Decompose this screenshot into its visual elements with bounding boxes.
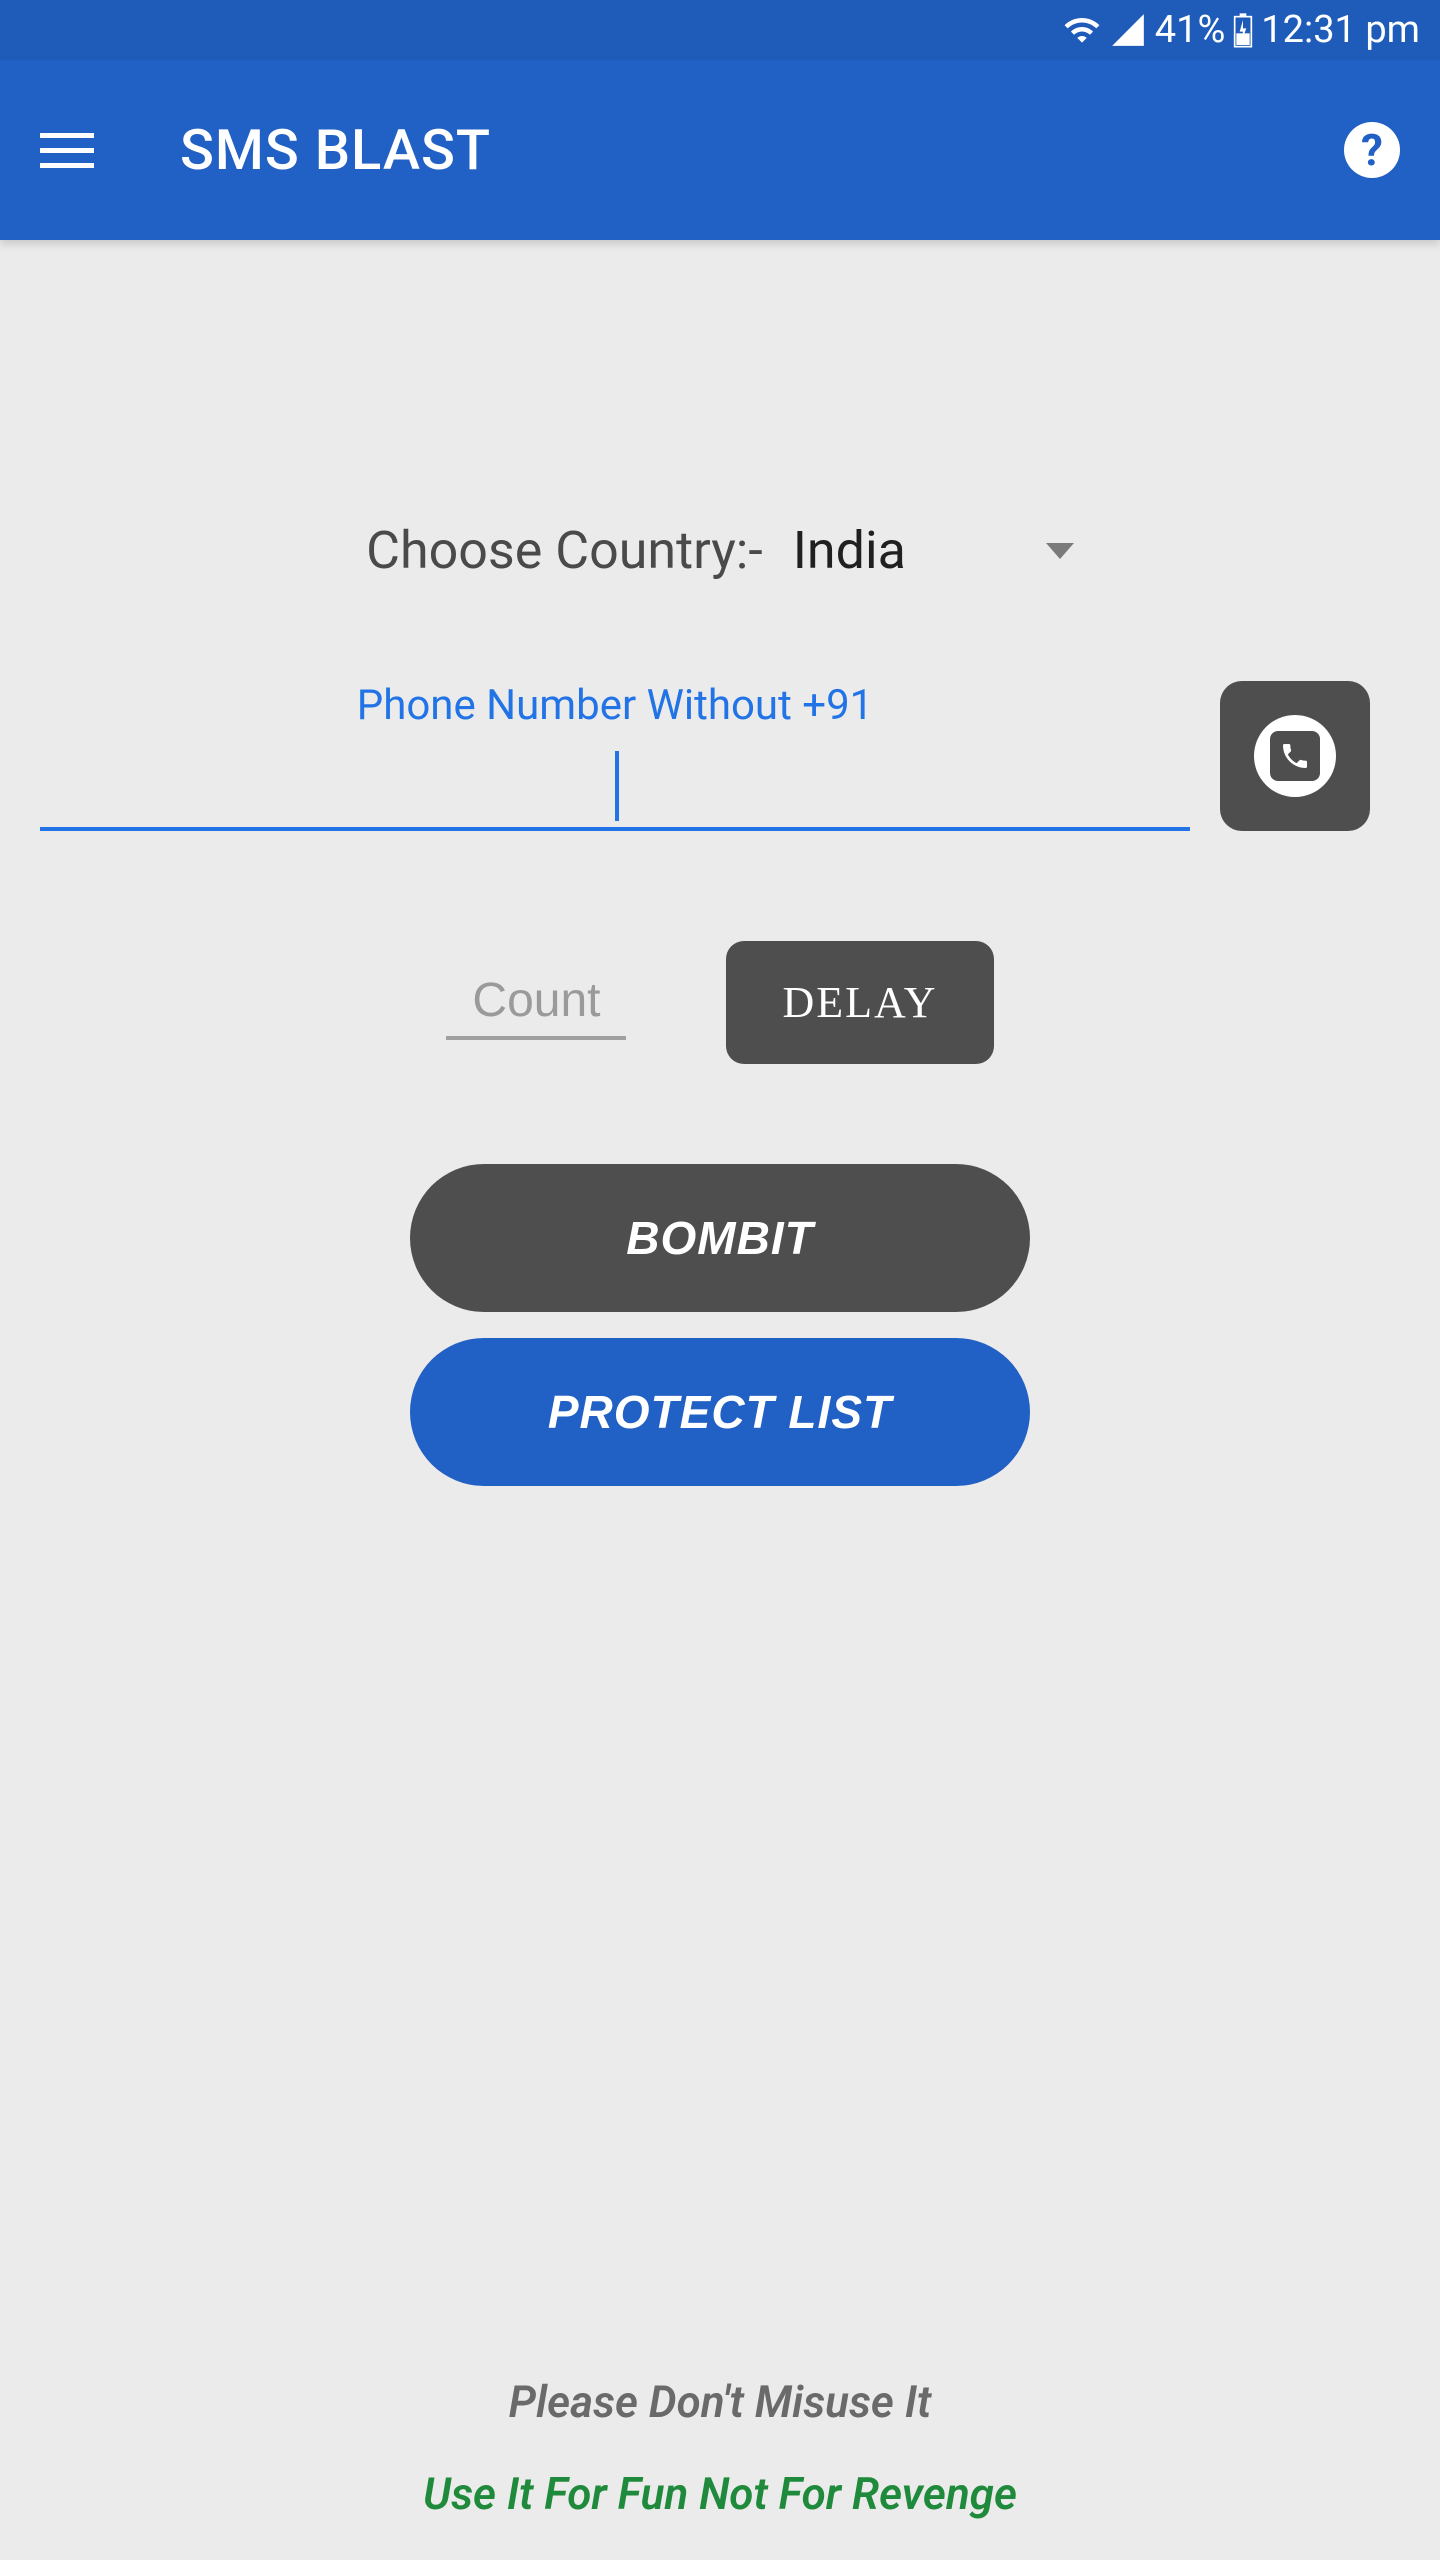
status-icons: 41% 12:31 pm <box>1063 8 1420 52</box>
phone-input-wrap: Phone Number Without +91 <box>40 681 1190 831</box>
help-button[interactable]: ? <box>1344 122 1400 178</box>
country-label: Choose Country:- <box>366 520 763 581</box>
battery-percent: 41% <box>1155 8 1226 52</box>
status-bar: 41% 12:31 pm <box>0 0 1440 60</box>
chevron-down-icon <box>1046 543 1074 559</box>
contacts-icon-circle <box>1254 715 1336 797</box>
action-buttons: BOMBIT PROTECT LIST <box>40 1164 1400 1486</box>
signal-icon <box>1109 11 1147 49</box>
status-time: 12:31 pm <box>1261 8 1420 52</box>
hamburger-icon <box>40 133 94 138</box>
phone-icon <box>1270 731 1320 781</box>
bombit-button[interactable]: BOMBIT <box>410 1164 1030 1312</box>
count-input[interactable] <box>446 965 626 1040</box>
app-bar: SMS BLAST ? <box>0 60 1440 240</box>
count-delay-row: DELAY <box>40 941 1400 1064</box>
country-dropdown[interactable]: India <box>793 520 1074 581</box>
footer-tagline: Use It For Fun Not For Revenge <box>0 2468 1440 2520</box>
country-row: Choose Country:- India <box>40 520 1400 581</box>
input-cursor <box>615 751 619 821</box>
phone-label: Phone Number Without +91 <box>40 681 1190 730</box>
phone-row: Phone Number Without +91 <box>40 681 1400 831</box>
footer: Please Don't Misuse It Use It For Fun No… <box>0 2376 1440 2520</box>
app-title: SMS BLAST <box>180 117 491 183</box>
country-selected-value: India <box>793 520 906 581</box>
delay-button[interactable]: DELAY <box>726 941 993 1064</box>
content: Choose Country:- India Phone Number With… <box>0 240 1440 1486</box>
contacts-button[interactable] <box>1220 681 1370 831</box>
battery-icon <box>1233 11 1253 49</box>
wifi-icon <box>1063 11 1101 49</box>
protect-list-button[interactable]: PROTECT LIST <box>410 1338 1030 1486</box>
question-mark-icon: ? <box>1361 124 1383 176</box>
footer-warning: Please Don't Misuse It <box>0 2376 1440 2428</box>
menu-button[interactable] <box>40 120 100 180</box>
